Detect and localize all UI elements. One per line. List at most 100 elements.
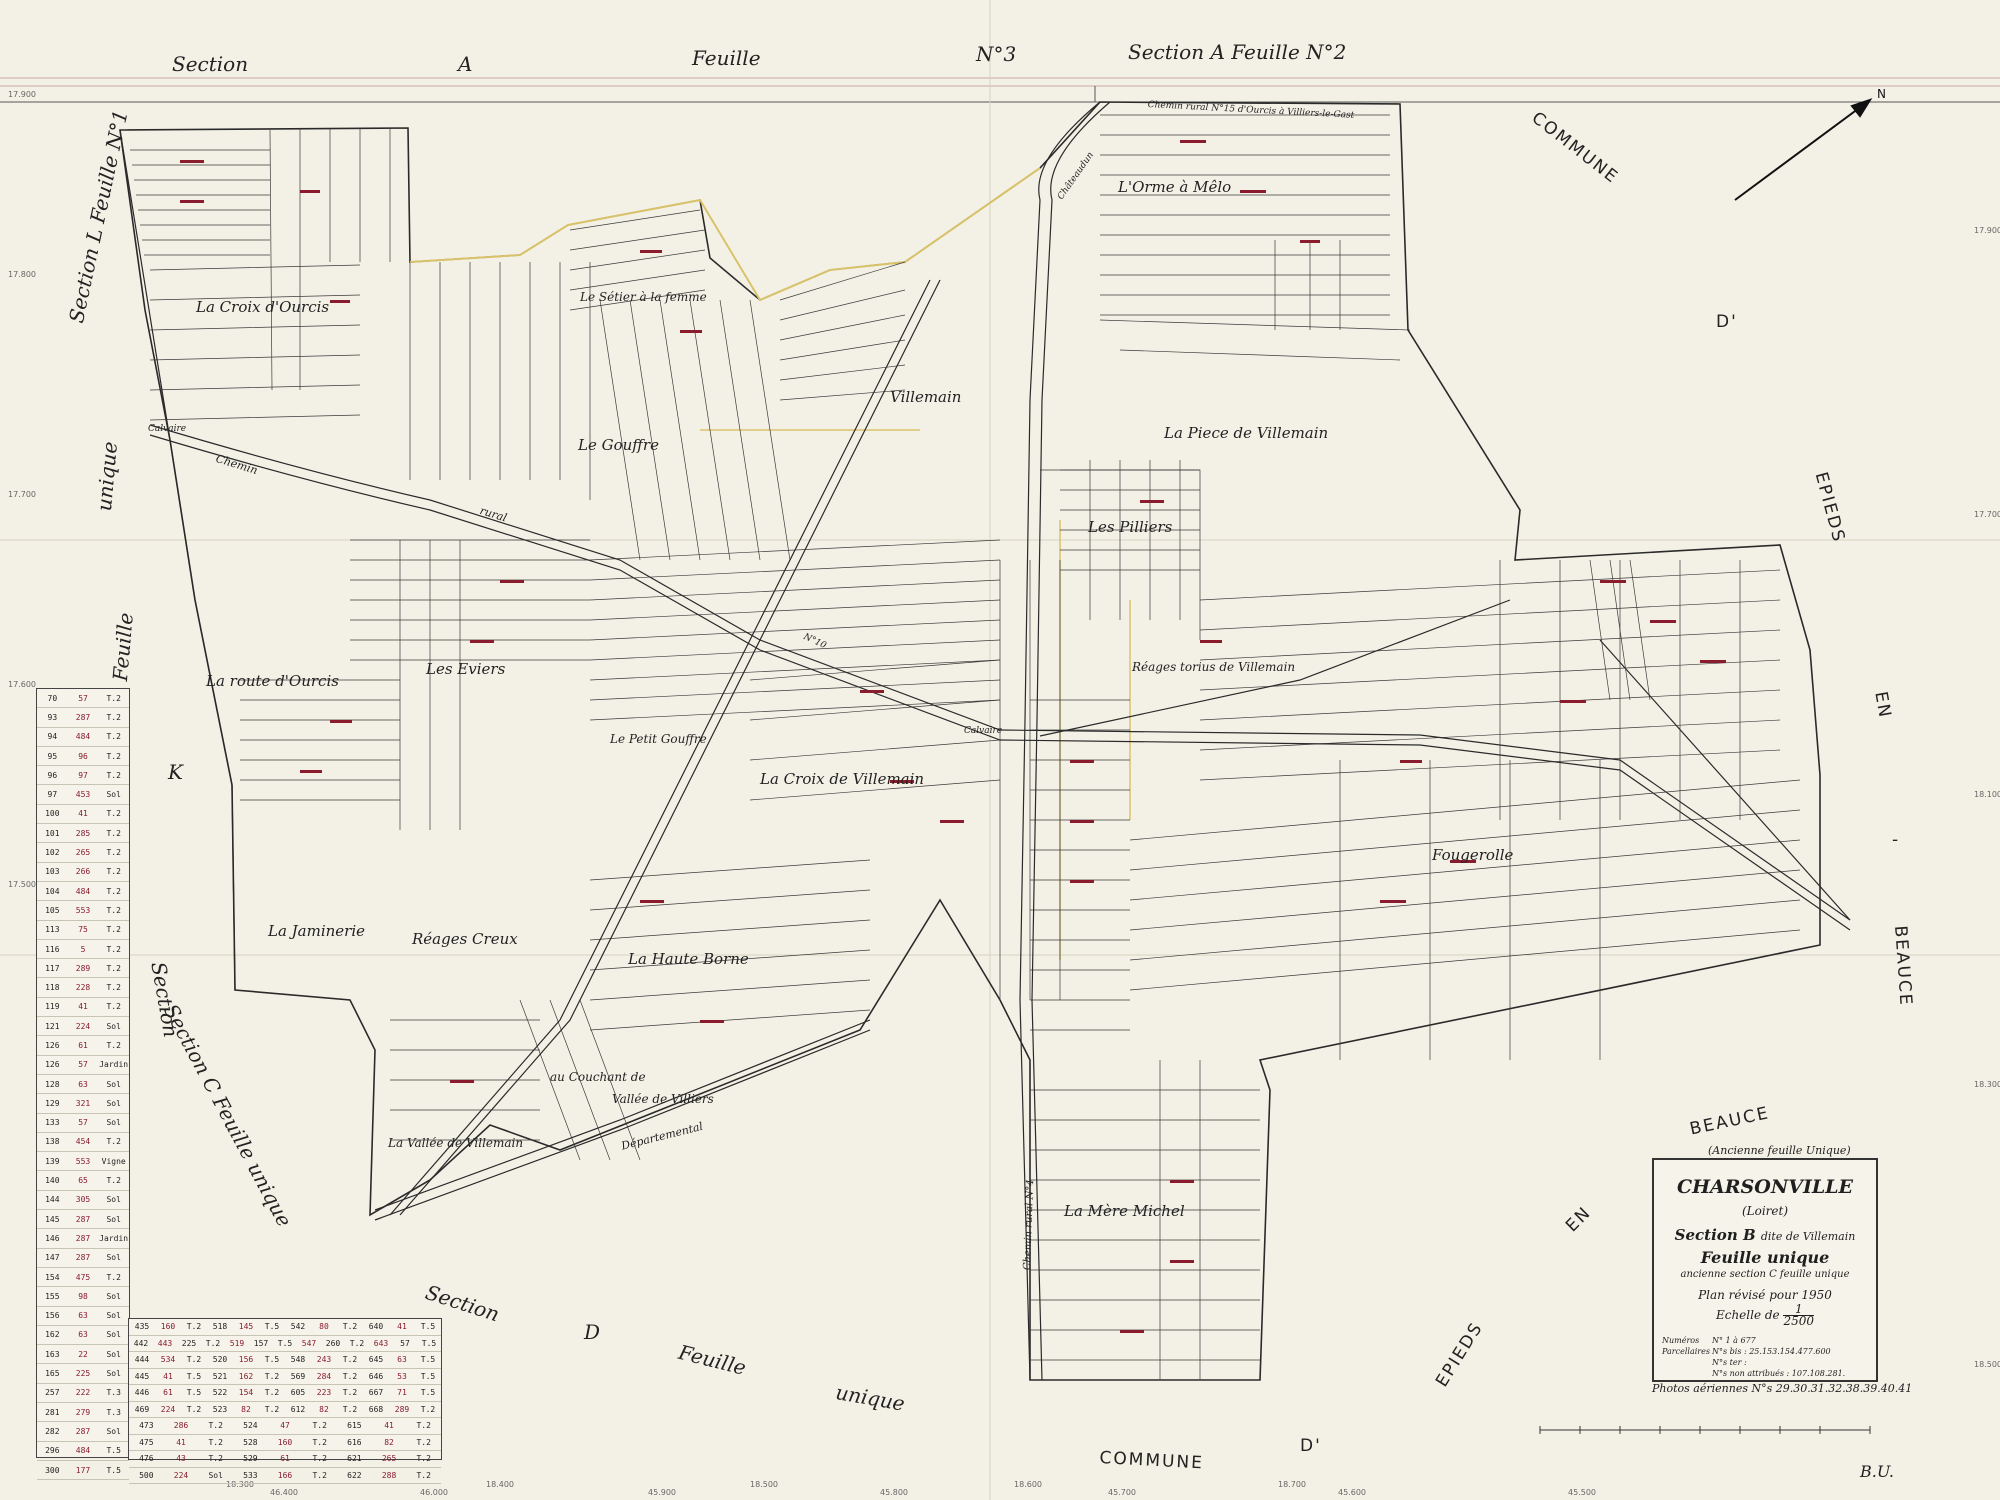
legend-cell: 41 [78, 1002, 88, 1012]
bottom-table-cell: T.5 [421, 1338, 437, 1348]
legend-cell: T.2 [106, 963, 121, 973]
coord-r4: 18.300 [1974, 1080, 2000, 1089]
header-section: Section [172, 52, 249, 76]
coord-l3: 17.600 [8, 680, 36, 689]
legend-cell: Sol [106, 1195, 121, 1205]
bottom-table-cell: 616 [347, 1437, 362, 1447]
place-piece-villemain: La Piece de Villemain [1164, 424, 1329, 442]
legend-row: 93 287 T.2 [37, 708, 129, 728]
bottom-table-cell: 284 [316, 1371, 332, 1381]
legend-cell: 97 [78, 770, 88, 780]
bottom-table-cell: 61 [280, 1454, 290, 1464]
bottom-table-cell: 521 [212, 1371, 228, 1381]
numeros-line3: N°s ter : [1712, 1358, 1747, 1367]
bottom-table-row: 445 41 T.5 521 162 T.2 569 284 T.2 646 53 T.5 [129, 1369, 441, 1385]
legend-cell: Sol [106, 1098, 121, 1108]
bottom-table-cell: 57 [400, 1338, 410, 1348]
legend-cell: 225 [75, 1369, 91, 1379]
legend-cell: 128 [45, 1079, 60, 1089]
legend-row: 105 553 T.2 [37, 901, 129, 921]
legend-cell: 97 [47, 790, 58, 800]
legend-cell: Sol [106, 1426, 121, 1436]
header-section-letter: A [458, 52, 473, 76]
bottom-table-cell: 446 [134, 1388, 150, 1398]
legend-cell: 484 [75, 1446, 91, 1456]
bottom-table-cell: T.5 [186, 1371, 202, 1381]
commune-south-d: D' [1300, 1436, 1322, 1456]
legend-row: 155 98 Sol [37, 1287, 129, 1307]
legend-cell: T.5 [106, 1465, 121, 1475]
coord-l1: 17.800 [8, 270, 36, 279]
legend-row: 117 289 T.2 [37, 959, 129, 979]
legend-cell: 98 [78, 1291, 88, 1301]
legend-row: 101 285 T.2 [37, 824, 129, 844]
legend-row: 100 41 T.2 [37, 805, 129, 825]
legend-row: 257 222 T.3 [37, 1384, 129, 1403]
bottom-table-cell: 160 [160, 1322, 176, 1332]
legend-cell: Sol [106, 790, 121, 800]
legend-cell: 305 [75, 1195, 91, 1205]
calvaire-center: Calvaire [964, 726, 1003, 736]
bottom-table-cell: 518 [212, 1322, 228, 1332]
feuille-name: Feuille unique [1700, 1248, 1830, 1267]
coord-r5: 18.500 [1974, 1360, 2000, 1369]
legend-cell: T.2 [106, 732, 121, 742]
bottom-table-cell: T.5 [420, 1322, 436, 1332]
bottom-table-cell: 166 [277, 1470, 293, 1480]
bottom-table-cell: T.5 [264, 1355, 280, 1365]
legend-cell: T.2 [106, 983, 121, 993]
bottom-table-cell: T.2 [208, 1454, 223, 1464]
bottom-table-cell: 668 [368, 1404, 384, 1414]
coord-r3: 18.100 [1974, 790, 2000, 799]
bottom-table-cell: 82 [319, 1404, 329, 1414]
legend-cell: Vigne [101, 1156, 126, 1166]
legend-cell: 94 [47, 732, 58, 742]
legend-cell: 287 [75, 1233, 91, 1243]
bottom-table-cell: 569 [290, 1371, 306, 1381]
legend-cell: 126 [45, 1060, 60, 1070]
legend-cell: 139 [45, 1156, 60, 1166]
title-cartouche: CHARSONVILLE (Loiret) Section B dite de … [1652, 1158, 1878, 1382]
bottom-table-cell: T.2 [342, 1371, 358, 1381]
legend-cell: 57 [78, 1118, 88, 1128]
header-feuille: Feuille [692, 46, 761, 70]
legend-row: 102 265 T.2 [37, 843, 129, 863]
legend-cell: 119 [45, 1002, 60, 1012]
legend-cell: T.2 [106, 828, 121, 838]
bottom-table-cell: 225 [181, 1338, 197, 1348]
bottom-table-cell: Sol [208, 1470, 223, 1480]
legend-cell: 61 [78, 1040, 88, 1050]
bottom-table-cell: T.2 [342, 1355, 358, 1365]
legend-cell: T.2 [106, 693, 121, 703]
legend-cell: 105 [45, 905, 60, 915]
commune-east-dash: - [1892, 830, 1901, 850]
bottom-table-cell: 519 [229, 1338, 245, 1348]
legend-cell: 156 [45, 1311, 60, 1321]
place-setier: Le Sétier à la femme [580, 290, 707, 304]
bottom-table-cell: 157 [253, 1338, 269, 1348]
legend-cell: 177 [75, 1465, 91, 1475]
legend-cell: 5 [80, 944, 86, 954]
bottom-table-cell: 542 [290, 1322, 306, 1332]
legend-cell: 116 [45, 944, 60, 954]
bottom-table-cell: 475 [139, 1437, 154, 1447]
legend-cell: 281 [45, 1407, 60, 1417]
bottom-table-row: 500 224 Sol 533 166 T.2 622 288 T.2 [129, 1468, 441, 1484]
bottom-table-cell: 71 [397, 1388, 407, 1398]
bottom-table-cell: 640 [368, 1322, 384, 1332]
legend-cell: T.2 [106, 1040, 121, 1050]
bottom-table-cell: 435 [134, 1322, 150, 1332]
bottom-table-cell: 622 [347, 1470, 362, 1480]
legend-cell: 296 [45, 1446, 60, 1456]
legend-row: 103 266 T.2 [37, 863, 129, 882]
numeros-line2: N°s bis : 25.153.154.477.600 [1712, 1347, 1831, 1356]
bottom-table-cell: T.2 [342, 1404, 358, 1414]
numeros-line1: N° 1 à 677 [1712, 1336, 1756, 1345]
bottom-table-cell: 145 [238, 1322, 254, 1332]
legend-cell: T.2 [106, 925, 121, 935]
bottom-table-cell: 80 [319, 1322, 329, 1332]
bottom-table-cell: 41 [163, 1371, 173, 1381]
echelle-label: Echelle de [1715, 1308, 1780, 1322]
bottom-table-cell: 500 [139, 1470, 154, 1480]
parcel-bottom-table: 435 160 T.2 518 145 T.5 542 80 T.2 640 41 T.5 442 443… [128, 1318, 442, 1484]
